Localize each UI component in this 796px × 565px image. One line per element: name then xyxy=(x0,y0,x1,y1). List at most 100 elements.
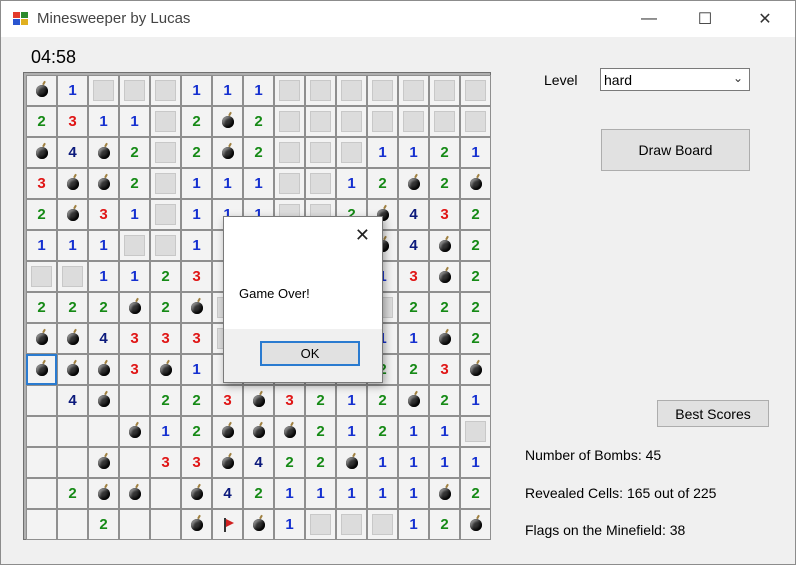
minefield-cell[interactable] xyxy=(88,168,119,199)
minefield-cell[interactable]: 2 xyxy=(243,137,274,168)
minefield-cell[interactable] xyxy=(57,416,88,447)
minefield-cell[interactable]: 2 xyxy=(243,478,274,509)
minefield-cell[interactable] xyxy=(398,106,429,137)
minefield-cell[interactable]: 2 xyxy=(243,106,274,137)
minefield-cell[interactable]: 3 xyxy=(88,199,119,230)
minefield-cell[interactable]: 1 xyxy=(212,75,243,106)
minefield-cell[interactable]: 2 xyxy=(367,416,398,447)
minefield-cell[interactable]: 4 xyxy=(243,447,274,478)
close-icon[interactable]: ✕ xyxy=(355,225,370,246)
minefield-cell[interactable] xyxy=(274,106,305,137)
minefield-cell[interactable]: 2 xyxy=(274,447,305,478)
minefield-cell[interactable]: 3 xyxy=(274,385,305,416)
minefield-cell[interactable] xyxy=(26,261,57,292)
minefield-cell[interactable]: 2 xyxy=(460,478,491,509)
minefield-cell[interactable]: 2 xyxy=(460,261,491,292)
minefield-cell[interactable] xyxy=(119,416,150,447)
minefield-cell[interactable] xyxy=(119,509,150,540)
minefield-cell[interactable]: 1 xyxy=(367,478,398,509)
minefield-cell[interactable]: 3 xyxy=(119,323,150,354)
minefield-cell[interactable]: 2 xyxy=(150,292,181,323)
minefield-cell[interactable] xyxy=(26,323,57,354)
minefield-cell[interactable]: 2 xyxy=(150,261,181,292)
minefield-cell[interactable] xyxy=(212,416,243,447)
minefield-cell[interactable]: 3 xyxy=(429,354,460,385)
minefield-cell[interactable]: 1 xyxy=(367,137,398,168)
minefield-cell[interactable] xyxy=(429,75,460,106)
minefield-cell[interactable]: 1 xyxy=(212,168,243,199)
minefield-cell[interactable]: 1 xyxy=(88,230,119,261)
minefield-cell[interactable] xyxy=(119,230,150,261)
minefield-cell[interactable] xyxy=(274,416,305,447)
minefield-cell[interactable] xyxy=(57,199,88,230)
minefield-cell[interactable]: 1 xyxy=(398,416,429,447)
minefield-cell[interactable] xyxy=(119,75,150,106)
minefield-cell[interactable]: 4 xyxy=(88,323,119,354)
minefield-cell[interactable]: 4 xyxy=(212,478,243,509)
minefield-cell[interactable] xyxy=(57,323,88,354)
minefield-cell[interactable]: 2 xyxy=(460,199,491,230)
minefield-cell[interactable] xyxy=(429,106,460,137)
minefield-cell[interactable]: 1 xyxy=(398,447,429,478)
minefield-cell[interactable] xyxy=(460,168,491,199)
minefield-cell[interactable] xyxy=(243,385,274,416)
minefield-cell[interactable] xyxy=(119,292,150,323)
minefield-cell[interactable]: 2 xyxy=(305,447,336,478)
minefield-cell[interactable]: 1 xyxy=(150,416,181,447)
minefield-cell[interactable]: 2 xyxy=(398,354,429,385)
minefield-cell[interactable]: 1 xyxy=(57,75,88,106)
minefield-cell[interactable] xyxy=(26,509,57,540)
minefield-cell[interactable] xyxy=(274,168,305,199)
minefield-cell[interactable]: 1 xyxy=(429,447,460,478)
minefield-cell[interactable]: 2 xyxy=(367,168,398,199)
minefield-cell[interactable] xyxy=(150,168,181,199)
close-window-button[interactable]: ✕ xyxy=(742,1,788,37)
minefield-cell[interactable]: 1 xyxy=(274,509,305,540)
minefield-cell[interactable] xyxy=(26,354,57,385)
minefield-cell[interactable] xyxy=(305,137,336,168)
minefield-cell[interactable]: 1 xyxy=(243,75,274,106)
minefield-cell[interactable]: 1 xyxy=(460,447,491,478)
minefield-cell[interactable] xyxy=(305,509,336,540)
minefield-cell[interactable] xyxy=(88,75,119,106)
level-dropdown[interactable]: hard ⌄ xyxy=(600,68,750,91)
minefield-cell[interactable] xyxy=(460,75,491,106)
minefield-cell[interactable] xyxy=(398,385,429,416)
minefield-cell[interactable] xyxy=(212,447,243,478)
minefield-cell[interactable]: 2 xyxy=(119,168,150,199)
minefield-cell[interactable]: 1 xyxy=(181,75,212,106)
minefield-cell[interactable]: 1 xyxy=(367,447,398,478)
minefield-cell[interactable] xyxy=(150,230,181,261)
minefield-cell[interactable] xyxy=(274,137,305,168)
minefield-cell[interactable]: 4 xyxy=(398,230,429,261)
minefield-cell[interactable]: 1 xyxy=(88,261,119,292)
minefield-cell[interactable]: 1 xyxy=(57,230,88,261)
minefield-cell[interactable]: 1 xyxy=(336,168,367,199)
minefield-cell[interactable] xyxy=(119,385,150,416)
minefield-cell[interactable]: 2 xyxy=(460,323,491,354)
minefield-cell[interactable] xyxy=(336,447,367,478)
minefield-cell[interactable] xyxy=(26,478,57,509)
minefield-cell[interactable] xyxy=(305,168,336,199)
minefield-cell[interactable]: 1 xyxy=(460,385,491,416)
minefield-cell[interactable]: 3 xyxy=(26,168,57,199)
minefield-cell[interactable]: 4 xyxy=(57,385,88,416)
minefield-cell[interactable]: 1 xyxy=(88,106,119,137)
minefield-cell[interactable]: 4 xyxy=(398,199,429,230)
minefield-cell[interactable] xyxy=(305,106,336,137)
minefield-cell[interactable] xyxy=(274,75,305,106)
minefield-cell[interactable]: 2 xyxy=(57,478,88,509)
minefield-cell[interactable]: 3 xyxy=(57,106,88,137)
minefield-cell[interactable]: 2 xyxy=(429,385,460,416)
minefield-cell[interactable]: 1 xyxy=(336,416,367,447)
minefield-cell[interactable] xyxy=(336,75,367,106)
minefield-cell[interactable] xyxy=(243,416,274,447)
minefield-cell[interactable]: 2 xyxy=(88,509,119,540)
minefield-cell[interactable] xyxy=(212,509,243,540)
minefield-cell[interactable] xyxy=(57,509,88,540)
minefield-cell[interactable]: 1 xyxy=(336,478,367,509)
minefield-cell[interactable]: 3 xyxy=(119,354,150,385)
minefield-cell[interactable] xyxy=(26,75,57,106)
ok-button[interactable]: OK xyxy=(260,341,360,366)
minefield-cell[interactable] xyxy=(460,106,491,137)
